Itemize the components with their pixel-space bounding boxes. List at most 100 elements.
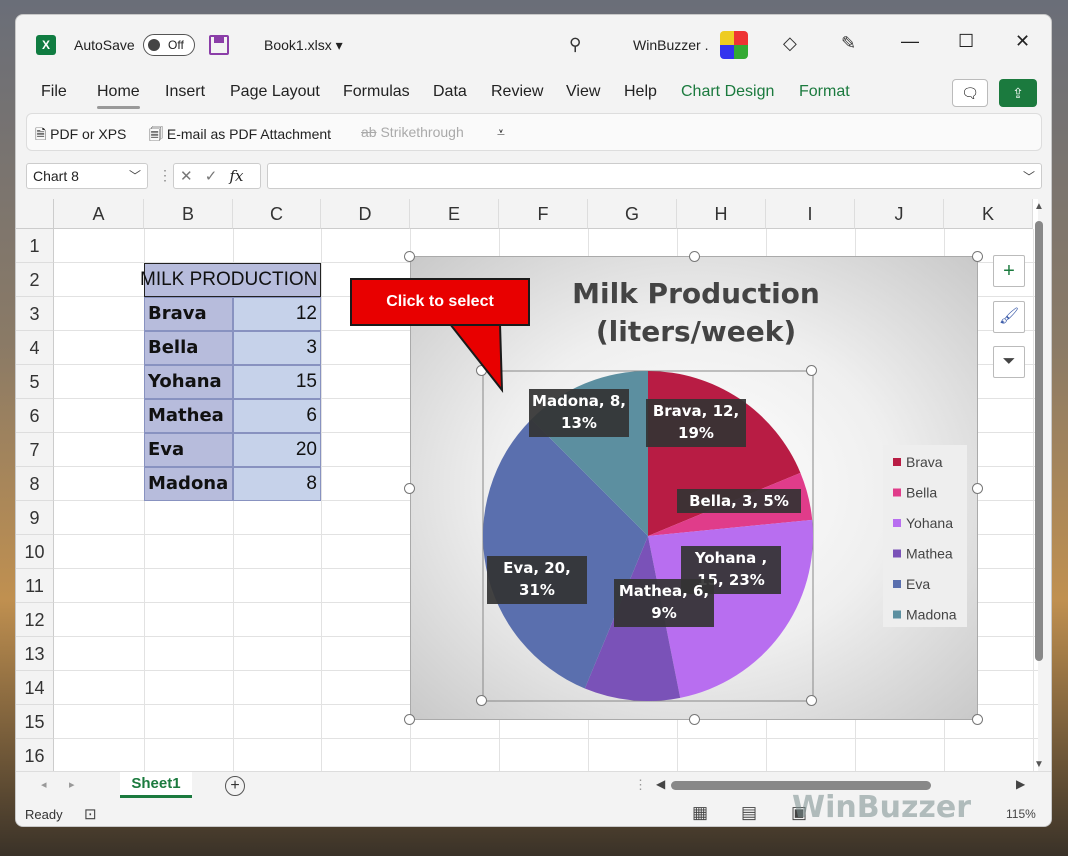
formula-input[interactable]: ﹀ (267, 163, 1042, 189)
column-header-h[interactable]: H (677, 199, 766, 229)
split-handle-icon[interactable]: ⋮ (634, 777, 647, 793)
tab-view[interactable]: View (566, 83, 600, 101)
fx-icon[interactable]: fx (230, 167, 244, 185)
column-header-d[interactable]: D (321, 199, 410, 229)
table-value-cell[interactable]: 6 (233, 399, 321, 433)
add-sheet-icon[interactable]: + (225, 776, 245, 796)
page-layout-view-icon[interactable]: ▤ (741, 803, 757, 823)
prev-sheet-icon[interactable]: ◂ (41, 778, 47, 791)
filename-dropdown[interactable]: Book1.xlsx ▾ (264, 37, 343, 54)
row-header-6[interactable]: 6 (16, 399, 54, 433)
email-pdf-button[interactable]: 🗐 E-mail as PDF Attachment (149, 124, 331, 148)
select-all-corner[interactable] (16, 199, 54, 229)
column-header-k[interactable]: K (944, 199, 1033, 229)
tab-insert[interactable]: Insert (165, 83, 205, 101)
scroll-left-icon[interactable]: ◀ (656, 777, 665, 791)
account-name[interactable]: WinBuzzer . (633, 37, 708, 53)
minimize-icon[interactable]: — (901, 31, 919, 52)
chart-title-line1[interactable]: Milk Production (572, 277, 820, 310)
share-button[interactable]: ⇪ (999, 79, 1037, 107)
next-sheet-icon[interactable]: ▸ (69, 778, 75, 791)
resize-handle[interactable] (404, 483, 415, 494)
chevron-down-icon[interactable]: ﹀ (129, 167, 141, 184)
table-name-cell[interactable]: Eva (144, 433, 233, 467)
autosave-toggle[interactable]: Off (143, 34, 195, 56)
table-name-cell[interactable]: Brava (144, 297, 233, 331)
name-box[interactable]: Chart 8 ﹀ (26, 163, 148, 189)
row-header-13[interactable]: 13 (16, 637, 54, 671)
resize-handle[interactable] (404, 714, 415, 725)
zoom-level[interactable]: 115% (1006, 807, 1036, 821)
column-header-i[interactable]: I (766, 199, 855, 229)
plot-area-handle[interactable] (806, 695, 817, 706)
column-header-j[interactable]: J (855, 199, 944, 229)
resize-handle[interactable] (972, 251, 983, 262)
row-header-9[interactable]: 9 (16, 501, 54, 535)
tab-formulas[interactable]: Formulas (343, 83, 410, 101)
pdf-xps-button[interactable]: 🗎 PDF or XPS (35, 124, 126, 148)
data-label-mathea[interactable]: Mathea, 6, 9% (614, 579, 714, 627)
premium-diamond-icon[interactable]: ◇ (783, 33, 797, 54)
avatar[interactable] (720, 31, 748, 59)
resize-handle[interactable] (972, 483, 983, 494)
legend-item-mathea[interactable]: Mathea (906, 546, 953, 562)
row-header-4[interactable]: 4 (16, 331, 54, 365)
table-value-cell[interactable]: 15 (233, 365, 321, 399)
row-header-1[interactable]: 1 (16, 229, 54, 263)
data-label-bella[interactable]: Bella, 3, 5% (677, 489, 801, 513)
tab-data[interactable]: Data (433, 83, 467, 101)
legend-item-yohana[interactable]: Yohana (906, 515, 953, 531)
chart-filter-icon[interactable]: ⏷ (993, 346, 1025, 378)
table-header[interactable]: MILK PRODUCTION (140, 263, 321, 297)
comments-button[interactable]: 🗨 (952, 79, 988, 107)
tab-chart-design[interactable]: Chart Design (681, 83, 774, 101)
table-name-cell[interactable]: Mathea (144, 399, 233, 433)
scroll-down-icon[interactable]: ▼ (1034, 759, 1044, 770)
column-header-b[interactable]: B (144, 199, 233, 229)
row-header-16[interactable]: 16 (16, 739, 54, 773)
customize-toolbar-icon[interactable]: ⩡ (497, 124, 505, 141)
horizontal-scrollbar[interactable] (671, 781, 931, 790)
legend-item-bella[interactable]: Bella (906, 485, 937, 501)
column-header-g[interactable]: G (588, 199, 677, 229)
sheet-tab-sheet1[interactable]: Sheet1 (120, 772, 192, 798)
legend-box[interactable] (883, 445, 967, 627)
table-name-cell[interactable]: Bella (144, 331, 233, 365)
row-header-3[interactable]: 3 (16, 297, 54, 331)
normal-view-icon[interactable]: ▦ (692, 803, 708, 823)
column-header-a[interactable]: A (54, 199, 144, 229)
column-header-f[interactable]: F (499, 199, 588, 229)
tab-page-layout[interactable]: Page Layout (230, 83, 320, 101)
resize-handle[interactable] (972, 714, 983, 725)
table-value-cell[interactable]: 3 (233, 331, 321, 365)
tab-file[interactable]: File (41, 83, 67, 101)
plot-area-handle[interactable] (806, 365, 817, 376)
row-header-14[interactable]: 14 (16, 671, 54, 705)
row-header-11[interactable]: 11 (16, 569, 54, 603)
row-header-7[interactable]: 7 (16, 433, 54, 467)
strikethrough-button[interactable]: ab Strikethrough (361, 124, 464, 140)
row-header-5[interactable]: 5 (16, 365, 54, 399)
table-value-cell[interactable]: 8 (233, 467, 321, 501)
scroll-right-icon[interactable]: ▶ (1016, 777, 1025, 791)
tab-help[interactable]: Help (624, 83, 657, 101)
maximize-icon[interactable]: ☐ (958, 31, 974, 52)
pen-icon[interactable]: ✎ (841, 33, 856, 54)
chart-elements-button[interactable]: + (993, 255, 1025, 287)
tab-home[interactable]: Home (97, 83, 140, 109)
row-header-15[interactable]: 15 (16, 705, 54, 739)
table-name-cell[interactable]: Yohana (144, 365, 233, 399)
resize-handle[interactable] (689, 714, 700, 725)
save-icon[interactable] (209, 35, 229, 55)
table-value-cell[interactable]: 12 (233, 297, 321, 331)
more-options-icon[interactable]: ⋮ (158, 167, 172, 184)
scroll-up-icon[interactable]: ▲ (1034, 201, 1044, 212)
row-header-8[interactable]: 8 (16, 467, 54, 501)
row-header-12[interactable]: 12 (16, 603, 54, 637)
row-header-10[interactable]: 10 (16, 535, 54, 569)
legend-item-madona[interactable]: Madona (906, 607, 957, 623)
expand-formula-icon[interactable]: ﹀ (1023, 168, 1035, 185)
row-header-2[interactable]: 2 (16, 263, 54, 297)
tab-format[interactable]: Format (799, 83, 850, 101)
vertical-scrollbar[interactable] (1035, 221, 1043, 661)
